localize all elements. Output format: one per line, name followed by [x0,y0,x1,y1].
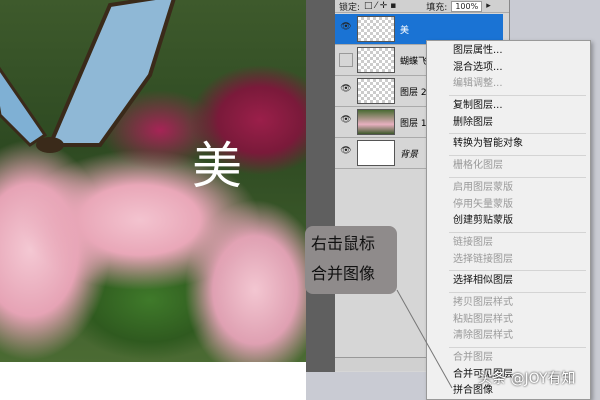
callout-line1: 右击鼠标 [311,234,376,253]
watermark: 头条 @JOY有知 [478,371,576,387]
callout-leader-line [396,289,453,389]
callout-box: 右击鼠标 合并图像 [305,226,397,294]
callout-line2: 合并图像 [311,264,376,283]
